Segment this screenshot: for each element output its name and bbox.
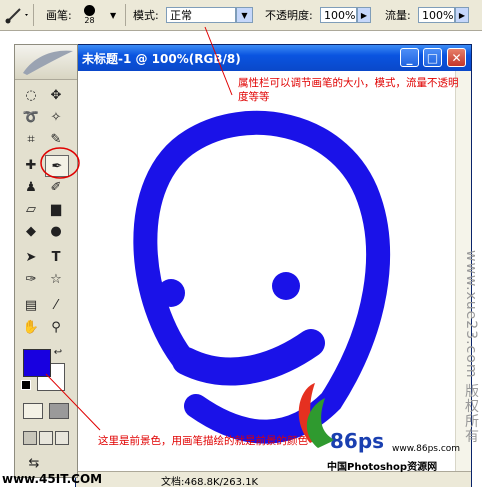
annotation-arrows <box>45 26 233 431</box>
bottom-arrow-line <box>45 373 101 431</box>
right-vertical-watermark: www.xue23.com 版权所有 <box>463 250 479 444</box>
bottom-left-watermark: www.45IT.COM <box>2 472 103 486</box>
logo-text: 86ps <box>330 429 384 453</box>
logo-chinese-text: 中国Photoshop资源网 <box>327 462 438 473</box>
logo-url: www.86ps.com <box>392 444 461 454</box>
top-annotation: 属性栏可以调节画笔的大小，模式，流量不透明度等等 <box>238 77 459 103</box>
logo-86ps-icon: 86ps <box>298 383 384 453</box>
top-arrow-line <box>204 26 233 96</box>
